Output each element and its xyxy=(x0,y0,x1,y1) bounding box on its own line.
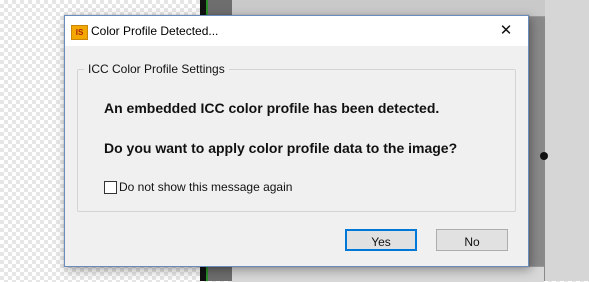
document-bottom-ruler xyxy=(232,266,544,282)
message-detected: An embedded ICC color profile has been d… xyxy=(104,100,440,116)
color-profile-dialog: IS Color Profile Detected... ✕ ICC Color… xyxy=(64,15,529,267)
message-question: Do you want to apply color profile data … xyxy=(104,140,458,156)
registration-dot xyxy=(540,152,548,160)
close-icon: ✕ xyxy=(499,22,513,39)
no-button[interactable]: No xyxy=(436,229,508,251)
right-margin-area xyxy=(545,0,589,281)
yes-button[interactable]: Yes xyxy=(345,229,417,251)
close-button[interactable]: ✕ xyxy=(484,16,528,46)
do-not-show-label[interactable]: Do not show this message again xyxy=(119,180,292,194)
do-not-show-checkbox[interactable] xyxy=(104,181,117,194)
dialog-titlebar[interactable]: IS Color Profile Detected... ✕ xyxy=(65,16,528,46)
dialog-title: Color Profile Detected... xyxy=(91,24,219,38)
app-logo-icon: IS xyxy=(71,25,88,40)
group-title: ICC Color Profile Settings xyxy=(84,62,229,76)
icc-settings-group: ICC Color Profile Settings An embedded I… xyxy=(77,62,516,212)
